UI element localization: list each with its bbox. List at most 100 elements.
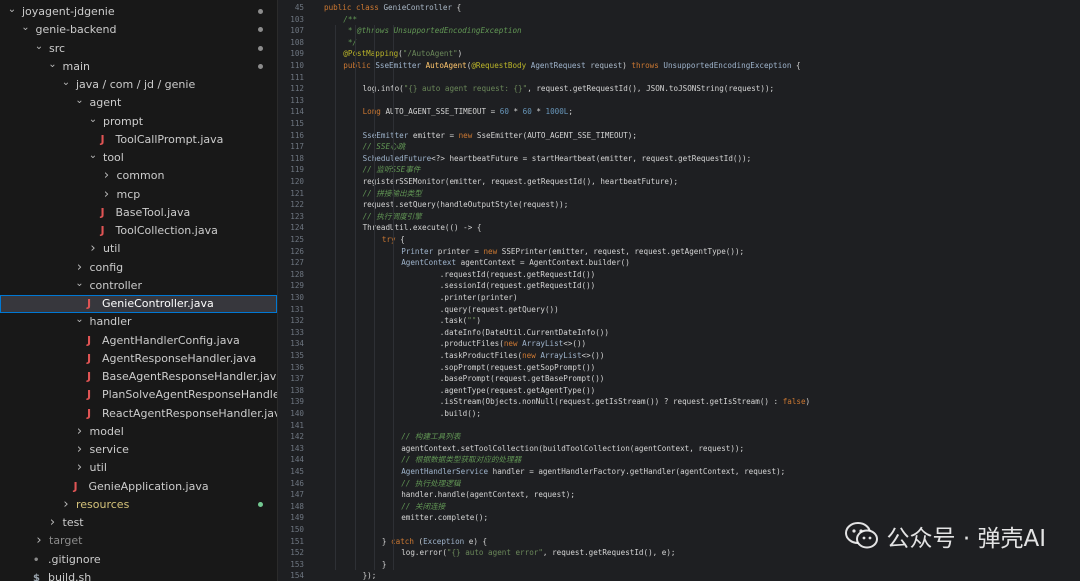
chevron-right-icon[interactable] bbox=[33, 532, 45, 551]
chevron-right-icon[interactable] bbox=[74, 259, 86, 278]
code-line[interactable]: /** bbox=[343, 14, 357, 26]
code-line[interactable]: .productFiles(new ArrayList<>()) bbox=[440, 338, 586, 350]
tree-file-reactagentresponsehandler-java[interactable]: J ReactAgentResponseHandler.java bbox=[0, 405, 277, 423]
chevron-right-icon[interactable] bbox=[74, 459, 86, 478]
code-line[interactable]: .build(); bbox=[440, 408, 481, 420]
tree-item-label: BaseTool.java bbox=[115, 205, 191, 219]
code-line[interactable]: emitter.complete(); bbox=[401, 512, 488, 524]
code-line[interactable]: // 执行处理逻辑 bbox=[401, 478, 460, 490]
code-line[interactable]: .requestId(request.getRequestId()) bbox=[440, 269, 595, 281]
code-line[interactable]: ThreadUtil.execute(() -> { bbox=[363, 222, 482, 234]
code-line[interactable]: }); bbox=[363, 570, 377, 581]
tree-folder-resources[interactable]: resources bbox=[0, 496, 277, 514]
code-line[interactable]: AgentContext agentContext = AgentContext… bbox=[401, 257, 630, 269]
tree-file-toolcollection-java[interactable]: J ToolCollection.java bbox=[0, 222, 277, 240]
tree-folder-prompt[interactable]: prompt bbox=[0, 113, 277, 131]
code-line[interactable]: public SseEmitter AutoAgent(@RequestBody… bbox=[343, 60, 800, 72]
tree-folder-joyagent-jdgenie[interactable]: joyagent-jdgenie bbox=[0, 3, 277, 21]
git-status-dot bbox=[258, 45, 263, 51]
tree-folder-controller[interactable]: controller bbox=[0, 277, 277, 295]
tree-folder-agent[interactable]: agent bbox=[0, 94, 277, 112]
tree-folder-model[interactable]: model bbox=[0, 423, 277, 441]
code-line[interactable]: .basePrompt(request.getBasePrompt()) bbox=[440, 373, 605, 385]
chevron-down-icon[interactable] bbox=[60, 77, 72, 95]
code-line[interactable]: @PostMapping("/AutoAgent") bbox=[343, 48, 462, 60]
code-line[interactable]: .dateInfo(DateUtil.CurrentDateInfo()) bbox=[440, 327, 609, 339]
tree-folder-main[interactable]: main bbox=[0, 58, 277, 76]
chevron-right-icon[interactable] bbox=[74, 441, 86, 460]
chevron-right-icon[interactable] bbox=[60, 496, 72, 515]
code-line[interactable]: } catch (Exception e) { bbox=[382, 536, 487, 548]
tree-folder-common[interactable]: common bbox=[0, 167, 277, 185]
line-number: 118 bbox=[290, 153, 304, 163]
chevron-down-icon[interactable] bbox=[33, 41, 45, 59]
chevron-down-icon[interactable] bbox=[87, 114, 99, 132]
chevron-right-icon[interactable] bbox=[101, 186, 113, 205]
code-line[interactable]: // 关闭连接 bbox=[401, 501, 445, 513]
tree-folder-handler[interactable]: handler bbox=[0, 313, 277, 331]
tree-item-label: AgentHandlerConfig.java bbox=[102, 333, 240, 347]
code-line[interactable]: // 根据数据类型获取对应的处理器 bbox=[401, 454, 521, 466]
tree-folder-java-com-jd-genie[interactable]: java / com / jd / genie bbox=[0, 76, 277, 94]
code-line[interactable]: AgentHandlerService handler = agentHandl… bbox=[401, 466, 785, 478]
code-line[interactable]: } bbox=[382, 559, 387, 571]
code-line[interactable]: .sessionId(request.getRequestId()) bbox=[440, 280, 595, 292]
code-line[interactable]: // SSE心跳 bbox=[363, 141, 406, 153]
tree-folder-src[interactable]: src bbox=[0, 40, 277, 58]
chevron-right-icon[interactable] bbox=[74, 423, 86, 442]
tree-file-baseagentresponsehandler-java[interactable]: J BaseAgentResponseHandler.java bbox=[0, 368, 277, 386]
tree-folder-mcp[interactable]: mcp bbox=[0, 186, 277, 204]
code-line[interactable]: log.info("{} auto agent request: {}", re… bbox=[363, 83, 775, 95]
tree-file-geniecontroller-java[interactable]: J GenieController.java bbox=[0, 295, 277, 313]
chevron-down-icon[interactable] bbox=[47, 59, 59, 77]
git-status-dot bbox=[258, 9, 263, 14]
code-line[interactable]: SseEmitter emitter = new SseEmitter(AUTO… bbox=[363, 130, 637, 142]
code-line[interactable]: .sopPrompt(request.getSopPrompt()) bbox=[440, 362, 595, 374]
code-line[interactable]: ScheduledFuture<?> heartbeatFuture = sta… bbox=[363, 153, 752, 165]
tree-folder-util[interactable]: util bbox=[0, 240, 277, 258]
tree-folder-util[interactable]: util bbox=[0, 459, 277, 477]
code-line[interactable]: log.error("{} auto agent error", request… bbox=[401, 547, 675, 559]
code-line[interactable]: .printer(printer) bbox=[440, 292, 518, 304]
chevron-right-icon[interactable] bbox=[47, 514, 59, 533]
tree-folder-genie-backend[interactable]: genie-backend bbox=[0, 21, 277, 39]
tree-file-agentresponsehandler-java[interactable]: J AgentResponseHandler.java bbox=[0, 350, 277, 368]
chevron-right-icon[interactable] bbox=[101, 167, 113, 186]
code-line[interactable]: agentContext.setToolCollection(buildTool… bbox=[401, 443, 744, 455]
tree-folder-tool[interactable]: tool bbox=[0, 149, 277, 167]
tree-file-plansolveagentresponsehandler-java[interactable]: J PlanSolveAgentResponseHandler.java bbox=[0, 386, 277, 404]
code-line[interactable]: * @throws UnsupportedEncodingException bbox=[343, 25, 522, 37]
chevron-down-icon[interactable] bbox=[6, 4, 18, 22]
tree-folder-config[interactable]: config bbox=[0, 259, 277, 277]
chevron-down-icon[interactable] bbox=[74, 278, 86, 296]
tree-folder-test[interactable]: test bbox=[0, 514, 277, 532]
code-line[interactable]: .query(request.getQuery()) bbox=[440, 304, 559, 316]
chevron-right-icon[interactable] bbox=[87, 240, 99, 259]
code-line[interactable]: handler.handle(agentContext, request); bbox=[401, 489, 575, 501]
code-editor[interactable]: 45 103 107 108 109 110 111 112 113 114 115 116 117 11… bbox=[278, 0, 1080, 581]
tree-file-gitignore[interactable]: • .gitignore bbox=[0, 551, 277, 569]
chevron-down-icon[interactable] bbox=[74, 95, 86, 113]
chevron-down-icon[interactable] bbox=[20, 22, 32, 40]
chevron-down-icon[interactable] bbox=[87, 150, 99, 168]
tree-item-label: config bbox=[89, 260, 124, 274]
chevron-down-icon[interactable] bbox=[74, 314, 86, 332]
code-line[interactable]: .isStream(Objects.nonNull(request.getIsS… bbox=[440, 396, 810, 408]
tree-file-toolcallprompt-java[interactable]: J ToolCallPrompt.java bbox=[0, 131, 277, 149]
code-line[interactable]: .agentType(request.getAgentType()) bbox=[440, 385, 595, 397]
tree-file-build-sh[interactable]: $ build.sh bbox=[0, 569, 277, 581]
code-line[interactable]: public class GenieController { bbox=[324, 2, 461, 14]
code-line[interactable]: registerSSEMonitor(emitter, request.getR… bbox=[363, 176, 678, 188]
tree-folder-service[interactable]: service bbox=[0, 441, 277, 459]
tree-file-agenthandlerconfig-java[interactable]: J AgentHandlerConfig.java bbox=[0, 332, 277, 350]
tree-folder-target[interactable]: target bbox=[0, 532, 277, 550]
code-line[interactable]: .taskProductFiles(new ArrayList<>()) bbox=[440, 350, 605, 362]
code-line[interactable]: Printer printer = new SSEPrinter(emitter… bbox=[401, 246, 744, 258]
line-number: 107 bbox=[290, 26, 304, 36]
code-line[interactable]: // 构建工具列表 bbox=[401, 431, 460, 443]
code-line[interactable]: // 监听SSE事件 bbox=[363, 164, 421, 176]
code-line[interactable]: .task("") bbox=[440, 315, 481, 327]
tree-file-basetool-java[interactable]: J BaseTool.java bbox=[0, 204, 277, 222]
tree-file-genieapplication-java[interactable]: J GenieApplication.java bbox=[0, 478, 277, 496]
java-file-icon: J bbox=[100, 132, 105, 146]
